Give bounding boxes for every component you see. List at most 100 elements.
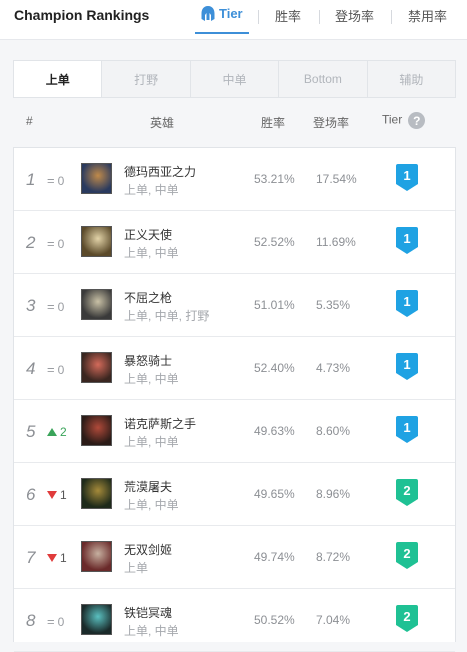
rank-change-value: 0 xyxy=(57,236,65,251)
page-title: Champion Rankings xyxy=(14,7,150,23)
rank-change-value: 0 xyxy=(57,173,65,188)
champion-name[interactable]: 德玛西亚之力 xyxy=(124,163,196,180)
rank-number: 7 xyxy=(26,548,36,567)
position-tab-mid[interactable]: 中单 xyxy=(191,61,280,97)
champion-name[interactable]: 正义天使 xyxy=(124,226,172,243)
tier-badge-value: 2 xyxy=(403,609,410,624)
champion-name[interactable]: 荒漠屠夫 xyxy=(124,478,172,495)
table-row[interactable]: 8 = 0 铁铠冥魂上单, 中单 50.52% 7.04% 2 xyxy=(14,589,455,652)
position-tab-top[interactable]: 上单 xyxy=(14,61,103,97)
position-tabs: 上单 打野 中单 Bottom 辅助 xyxy=(13,60,456,98)
tier-badge-value: 1 xyxy=(403,420,410,435)
tab-ban-rate-label: 禁用率 xyxy=(408,9,448,24)
equal-icon: = xyxy=(47,614,55,629)
champion-avatar[interactable] xyxy=(81,163,112,194)
tier-badge-value: 1 xyxy=(403,231,410,246)
rank-number: 8 xyxy=(26,611,36,630)
tier-badge-value: 1 xyxy=(403,294,410,309)
help-icon[interactable]: ? xyxy=(408,112,426,129)
pick-rate-value: 4.73% xyxy=(316,361,351,375)
tier-badge-value: 1 xyxy=(403,168,410,183)
rank-change-value: 0 xyxy=(57,362,65,377)
tab-win-rate[interactable]: 胜率 xyxy=(275,6,301,25)
champion-avatar[interactable] xyxy=(81,289,112,320)
win-rate-value: 50.52% xyxy=(254,613,295,627)
equal-icon: = xyxy=(47,362,55,377)
champion-name[interactable]: 无双剑姬 xyxy=(124,541,172,558)
tab-tier-label: Tier xyxy=(219,6,243,21)
rank-number: 3 xyxy=(26,296,36,315)
table-row[interactable]: 6 1 荒漠屠夫 上单, 中单 49.65% 8.96% 2 xyxy=(14,463,455,526)
table-row[interactable]: 4 = 0 暴怒骑士 上单, 中单 52.40% 4.73% 1 xyxy=(14,337,455,400)
table-row[interactable]: 7 1 无双剑姬 上单 49.74% 8.72% 2 xyxy=(14,526,455,589)
champion-avatar[interactable] xyxy=(81,226,112,257)
tier-badge-value: 1 xyxy=(403,357,410,372)
tier-badge-icon: 1 xyxy=(396,416,418,443)
top-bar: Champion Rankings Tier 胜率 登场率 禁用率 xyxy=(0,0,467,40)
tab-win-rate-label: 胜率 xyxy=(275,9,302,24)
win-rate-value: 52.52% xyxy=(254,235,295,249)
equal-icon: = xyxy=(47,236,55,251)
tier-badge-value: 2 xyxy=(403,483,410,498)
pick-rate-value: 8.96% xyxy=(316,487,351,501)
rank-number: 2 xyxy=(26,233,36,252)
win-rate-value: 53.21% xyxy=(254,172,295,186)
tab-pick-rate[interactable]: 登场率 xyxy=(335,6,374,25)
rank-change: 1 xyxy=(47,551,67,565)
champion-avatar[interactable] xyxy=(81,604,112,635)
column-tier-label: Tier xyxy=(382,112,403,127)
tier-badge-icon: 1 xyxy=(396,353,418,380)
champion-roles: 上单, 中单 xyxy=(124,624,179,638)
rank-change: 1 xyxy=(47,488,67,502)
table-row[interactable]: 2 = 0 正义天使 上单, 中单 52.52% 11.69% 1 xyxy=(14,211,455,274)
rank-change: 2 xyxy=(47,425,67,439)
tab-pick-rate-label: 登场率 xyxy=(335,9,375,24)
rank-change-value: 0 xyxy=(57,299,65,314)
tier-badge-value: 2 xyxy=(403,546,410,561)
rank-number: 6 xyxy=(26,485,36,504)
champion-avatar[interactable] xyxy=(81,352,112,383)
rank-change: = 0 xyxy=(47,299,64,314)
tier-badge-icon: 2 xyxy=(396,479,418,506)
champion-roles: 上单 xyxy=(124,561,149,575)
position-tab-support[interactable]: 辅助 xyxy=(368,61,455,97)
rank-number: 1 xyxy=(26,170,36,189)
rank-change-value: 1 xyxy=(60,551,67,565)
position-tab-jungle[interactable]: 打野 xyxy=(102,61,191,97)
champion-name[interactable]: 铁铠冥魂 xyxy=(124,604,172,621)
table-row[interactable]: 3 = 0 不屈之枪 上单, 中单, 打野 51.01% 5.35% 1 xyxy=(14,274,455,337)
champion-name[interactable]: 暴怒骑士 xyxy=(124,352,172,369)
tab-ban-rate[interactable]: 禁用率 xyxy=(408,6,447,25)
tab-tier[interactable]: Tier xyxy=(195,6,249,34)
champion-name[interactable]: 诺克萨斯之手 xyxy=(124,415,196,432)
pick-rate-value: 7.04% xyxy=(316,613,351,627)
table-row[interactable]: 5 2 诺克萨斯之手 上单, 中单 49.63% 8.60% 1 xyxy=(14,400,455,463)
pick-rate-value: 8.60% xyxy=(316,424,351,438)
rank-number: 5 xyxy=(26,422,36,441)
position-tab-bottom[interactable]: Bottom xyxy=(279,61,368,97)
win-rate-value: 52.40% xyxy=(254,361,295,375)
equal-icon: = xyxy=(47,173,55,188)
champion-roles: 上单, 中单, 打野 xyxy=(124,309,210,323)
rankings-table: 1 = 0 德玛西亚之力 上单, 中单 53.21% 17.54% 1 2 = 0 正义天使 上单, 中… xyxy=(13,147,456,652)
tab-divider xyxy=(391,10,392,24)
champion-roles: 上单, 中单 xyxy=(124,246,179,260)
column-win-rate[interactable]: 胜率 xyxy=(261,114,285,131)
champion-roles: 上单, 中单 xyxy=(124,183,179,197)
rank-change-value: 2 xyxy=(60,425,67,439)
rank-change-value: 1 xyxy=(60,488,67,502)
rank-change: = 0 xyxy=(47,173,64,188)
champion-name[interactable]: 不屈之枪 xyxy=(124,289,172,306)
tier-badge-icon: 1 xyxy=(396,290,418,317)
champion-avatar[interactable] xyxy=(81,541,112,572)
rank-change-value: 0 xyxy=(57,614,65,629)
champion-roles: 上单, 中单 xyxy=(124,435,179,449)
table-row[interactable]: 1 = 0 德玛西亚之力 上单, 中单 53.21% 17.54% 1 xyxy=(14,148,455,211)
champion-avatar[interactable] xyxy=(81,415,112,446)
column-pick-rate[interactable]: 登场率 xyxy=(313,114,349,131)
column-rank: # xyxy=(26,114,33,128)
tier-badge-icon: 2 xyxy=(396,542,418,569)
champion-avatar[interactable] xyxy=(81,478,112,509)
win-rate-value: 49.65% xyxy=(254,487,295,501)
tab-divider xyxy=(319,10,320,24)
